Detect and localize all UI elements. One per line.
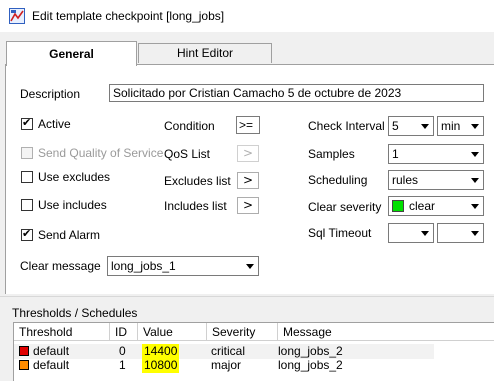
check-interval-unit: min: [441, 119, 461, 133]
chevron-down-icon: [242, 257, 258, 275]
thresholds-table: Threshold Object ID Value Severity Messa…: [13, 322, 494, 381]
message-cell: long_jobs_2: [278, 344, 343, 358]
scheduling-label: Scheduling: [308, 173, 368, 187]
column-header-severity[interactable]: Severity: [207, 323, 278, 341]
column-header-message[interactable]: Message: [278, 323, 494, 341]
check-interval-label: Check Interval: [308, 119, 385, 133]
clear-message-value: long_jobs_1: [111, 259, 176, 273]
severity-color-icon: [19, 346, 29, 356]
severity-cell: major: [211, 358, 242, 372]
active-checkbox[interactable]: [21, 116, 33, 130]
column-header-threshold-object[interactable]: Threshold Object: [14, 323, 110, 357]
scheduling-select[interactable]: rules: [388, 170, 484, 190]
threshold-object-cell: default: [33, 358, 70, 372]
chevron-down-icon: [467, 117, 483, 135]
chevron-down-icon: [467, 197, 483, 215]
includes-list-label: Includes list: [164, 199, 227, 213]
value-cell: 10800: [142, 358, 180, 373]
clear-severity-select[interactable]: clear: [388, 196, 484, 216]
severity-color-icon: [19, 360, 29, 370]
severity-cell: critical: [211, 344, 246, 358]
clear-message-select[interactable]: long_jobs_1: [107, 256, 259, 276]
description-label: Description: [20, 87, 81, 101]
send-alarm-label: Send Alarm: [38, 228, 101, 242]
use-includes-label: Use includes: [38, 198, 107, 212]
chevron-down-icon: [417, 224, 433, 242]
chevron-down-icon: [417, 117, 433, 135]
chevron-down-icon: [467, 224, 483, 242]
samples-select[interactable]: 1: [388, 144, 484, 164]
tab-general[interactable]: General: [6, 41, 137, 66]
severity-color-swatch: [392, 200, 404, 212]
value-cell: 14400: [142, 344, 180, 359]
qos-list-label: QoS List: [164, 147, 211, 161]
section-divider: [0, 296, 494, 297]
clear-message-label: Clear message: [20, 259, 101, 273]
use-excludes-checkbox[interactable]: [21, 171, 33, 183]
title-bar: Edit template checkpoint [long_jobs]: [0, 0, 494, 32]
send-qos-label: Send Quality of Service: [38, 146, 164, 160]
use-excludes-label: Use excludes: [38, 170, 111, 184]
sql-timeout-select[interactable]: [388, 223, 434, 243]
samples-label: Samples: [308, 147, 355, 161]
tab-hint-editor[interactable]: Hint Editor: [138, 43, 272, 63]
table-row[interactable]: default 0 14400 critical long_jobs_2: [14, 344, 494, 359]
scheduling-value: rules: [392, 173, 419, 187]
active-label: Active: [38, 117, 71, 131]
samples-value: 1: [392, 147, 399, 161]
column-header-id[interactable]: ID: [110, 323, 138, 341]
includes-list-button[interactable]: >: [237, 197, 259, 214]
condition-field[interactable]: >=: [236, 116, 260, 134]
table-row[interactable]: default 1 10800 major long_jobs_2: [14, 358, 494, 373]
column-header-value[interactable]: Value: [138, 323, 207, 341]
send-alarm-checkbox[interactable]: [21, 227, 33, 241]
use-includes-checkbox[interactable]: [21, 199, 33, 211]
check-interval-select[interactable]: 5: [388, 116, 434, 136]
sql-timeout-unit-select[interactable]: [437, 223, 484, 243]
send-qos-checkbox[interactable]: [21, 147, 33, 159]
check-interval-unit-select[interactable]: min: [437, 116, 484, 136]
clear-severity-value: clear: [409, 199, 436, 213]
qos-list-button[interactable]: >: [237, 145, 259, 162]
sql-timeout-label: Sql Timeout: [308, 226, 372, 240]
message-cell: long_jobs_2: [278, 358, 343, 372]
id-cell: 1: [119, 358, 126, 372]
excludes-list-button[interactable]: >: [237, 172, 259, 189]
app-icon: [9, 8, 25, 24]
check-interval-value: 5: [392, 119, 399, 133]
clear-severity-label: Clear severity: [308, 200, 382, 214]
chevron-down-icon: [467, 171, 483, 189]
chevron-down-icon: [467, 145, 483, 163]
description-field[interactable]: Solicitado por Cristian Camacho 5 de oct…: [109, 84, 484, 102]
thresholds-section-label: Thresholds / Schedules: [12, 306, 138, 320]
window-title: Edit template checkpoint [long_jobs]: [32, 9, 225, 23]
excludes-list-label: Excludes list: [164, 174, 231, 188]
id-cell: 0: [119, 344, 126, 358]
threshold-object-cell: default: [33, 344, 70, 358]
condition-label: Condition: [164, 119, 215, 133]
